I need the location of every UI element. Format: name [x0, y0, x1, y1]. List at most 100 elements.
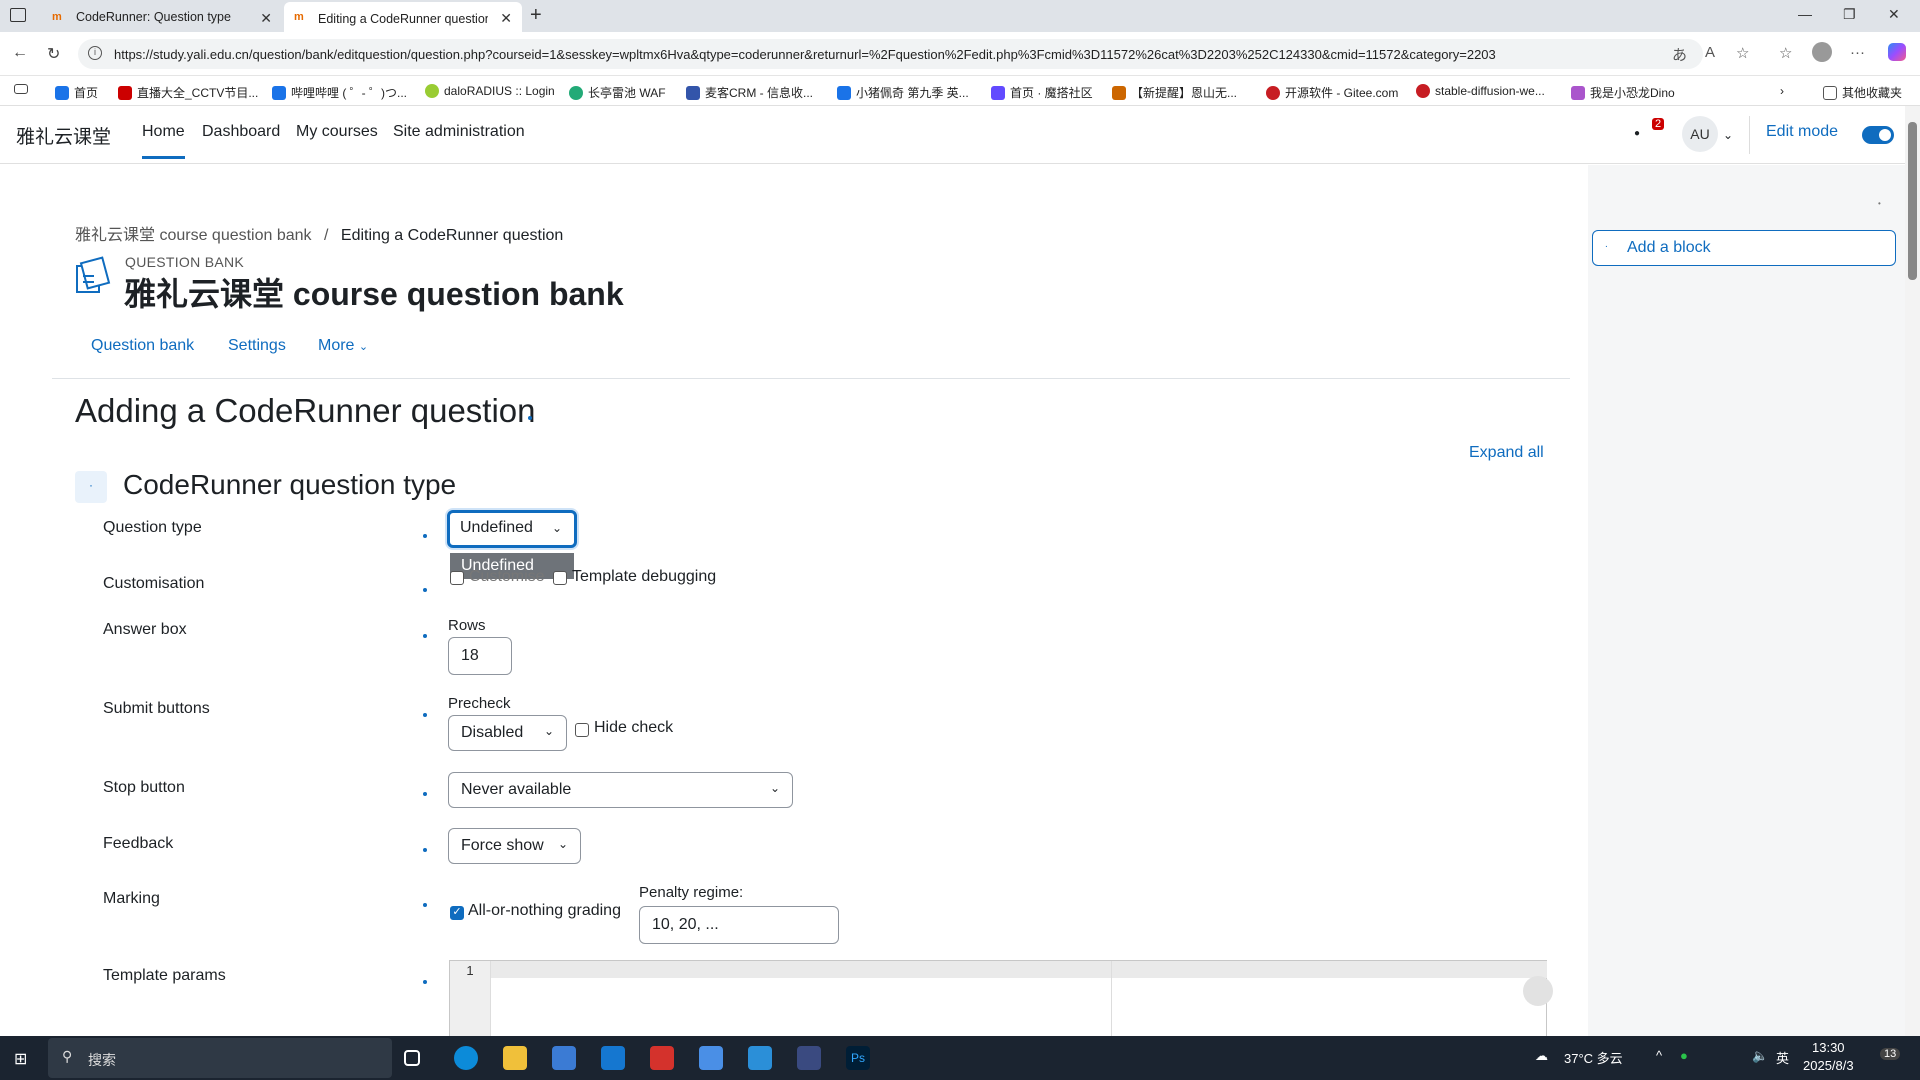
search-icon: ⚲	[62, 1048, 73, 1064]
tab-editing-question[interactable]: m Editing a CodeRunner question | 雅 ✕	[284, 2, 522, 32]
answer-box-label: Answer box	[103, 621, 187, 638]
copilot-icon[interactable]	[1888, 43, 1906, 61]
speaker-icon[interactable]: 🔈	[1752, 1048, 1768, 1064]
close-tab-icon[interactable]: ✕	[500, 10, 512, 27]
edge-icon[interactable]	[454, 1046, 478, 1070]
window-menu-icon[interactable]	[10, 8, 26, 22]
tab-more[interactable]: More ⌄	[318, 337, 368, 355]
chevron-down-icon: ⌄	[358, 341, 369, 353]
template-params-editor[interactable]: 1	[449, 960, 1547, 1036]
task-view-icon[interactable]	[404, 1050, 420, 1066]
site-brand[interactable]: 雅礼云课堂	[16, 122, 111, 149]
marking-label: Marking	[103, 890, 160, 907]
expand-all-link[interactable]: Expand all	[1469, 444, 1544, 462]
edit-mode-toggle[interactable]	[1862, 126, 1894, 144]
weather-icon[interactable]: ☁	[1535, 1048, 1548, 1064]
editor-resize-handle[interactable]	[1523, 976, 1553, 1006]
hide-check-checkbox[interactable]	[575, 723, 589, 737]
app-icon[interactable]	[797, 1046, 821, 1070]
drawer-close-icon[interactable]: •	[1878, 199, 1881, 208]
photoshop-icon[interactable]: Ps	[846, 1046, 870, 1070]
bell-icon[interactable]: ●	[1634, 128, 1640, 139]
minimize-icon[interactable]: —	[1798, 6, 1812, 22]
notification-count[interactable]: 13	[1880, 1048, 1901, 1060]
bookmark-item[interactable]: stable-diffusion-we...	[1416, 84, 1545, 98]
bookmark-item[interactable]: 开源软件 - Gitee.com	[1266, 84, 1398, 101]
more-icon[interactable]: ···	[1850, 44, 1865, 61]
vscode-icon[interactable]	[748, 1046, 772, 1070]
chevron-down-icon: ⌄	[543, 724, 554, 738]
clock-date[interactable]: 2025/8/3	[1803, 1058, 1854, 1073]
store-icon[interactable]	[552, 1046, 576, 1070]
line-number: 1	[450, 961, 491, 1036]
add-block-button[interactable]: . Add a block	[1592, 230, 1896, 266]
scrollbar-thumb[interactable]	[1908, 122, 1917, 280]
tab-question-type[interactable]: m CodeRunner: Question type ✕	[42, 2, 282, 32]
penalty-regime-label: Penalty regime:	[639, 884, 744, 901]
bookmark-item[interactable]: 首页	[55, 84, 98, 101]
tray-overflow-icon[interactable]: ^	[1656, 1048, 1662, 1063]
taskbar-search[interactable]: ⚲ 搜索	[48, 1038, 392, 1078]
user-menu-chevron-icon[interactable]: ⌄	[1723, 128, 1733, 142]
clock-time[interactable]: 13:30	[1812, 1040, 1845, 1055]
question-type-select[interactable]: Undefined ⌄	[447, 510, 577, 548]
nav-home[interactable]: Home	[142, 123, 185, 159]
bookmark-item[interactable]: 小猪佩奇 第九季 英...	[837, 84, 969, 101]
close-tab-icon[interactable]: ✕	[260, 10, 272, 27]
ime-indicator[interactable]: 英	[1776, 1048, 1789, 1067]
weather-text[interactable]: 37°C 多云	[1564, 1048, 1623, 1067]
customise-checkbox[interactable]	[450, 571, 464, 585]
bookmark-item[interactable]: daloRADIUS :: Login	[425, 84, 555, 98]
restore-icon[interactable]: ❐	[1843, 6, 1856, 23]
template-debugging-checkbox[interactable]	[553, 571, 567, 585]
windows-start-icon[interactable]: ⊞	[14, 1049, 27, 1069]
bookmark-item[interactable]: 首页 · 魔搭社区	[991, 84, 1093, 101]
feishu-icon[interactable]	[699, 1046, 723, 1070]
new-tab-icon[interactable]: +	[530, 4, 542, 27]
outlook-icon[interactable]	[601, 1046, 625, 1070]
feedback-select[interactable]: Force show ⌄	[448, 828, 581, 864]
page-scrollbar[interactable]	[1905, 106, 1920, 1036]
bookmark-item[interactable]: 直播大全_CCTV节目...	[118, 84, 258, 101]
tab-settings[interactable]: Settings	[228, 337, 286, 355]
block-drawer: •	[1588, 165, 1905, 1036]
translate-icon[interactable]: あ	[1672, 44, 1687, 65]
nav-site-administration[interactable]: Site administration	[393, 123, 525, 141]
nav-my-courses[interactable]: My courses	[296, 123, 378, 141]
all-or-nothing-checkbox[interactable]: ✓	[450, 906, 464, 920]
required-dot-icon	[423, 534, 427, 538]
section-heading: CodeRunner question type	[123, 469, 457, 500]
bookmarks-overflow-icon[interactable]: ›	[1780, 84, 1784, 98]
site-info-icon[interactable]: i	[88, 46, 102, 60]
read-aloud-icon[interactable]: A	[1705, 44, 1715, 61]
divider	[1749, 116, 1750, 154]
wechat-icon[interactable]: ●	[1680, 1048, 1688, 1063]
wps-icon[interactable]	[650, 1046, 674, 1070]
other-bookmarks[interactable]: 其他收藏夹	[1823, 84, 1902, 101]
back-icon[interactable]: ←	[12, 44, 28, 62]
avatar[interactable]: AU	[1682, 116, 1718, 152]
bookmark-item[interactable]: 【新提醒】恩山无...	[1112, 84, 1237, 101]
rows-input[interactable]: 18	[448, 637, 512, 675]
bookmark-item[interactable]: 麦客CRM - 信息收...	[686, 84, 813, 101]
bookmark-item[interactable]: 我是小恐龙Dino	[1571, 84, 1675, 101]
stop-button-select[interactable]: Never available ⌄	[448, 772, 793, 808]
bookmarks-toggle-icon[interactable]	[14, 84, 33, 94]
close-window-icon[interactable]: ✕	[1888, 6, 1900, 23]
bookmark-item[interactable]: 长亭雷池 WAF	[569, 84, 666, 101]
collapse-section-icon[interactable]: ·	[75, 471, 107, 503]
profile-icon[interactable]	[1812, 42, 1832, 62]
tab-question-bank[interactable]: Question bank	[91, 337, 194, 355]
penalty-regime-input[interactable]: 10, 20, ...	[639, 906, 839, 944]
nav-dashboard[interactable]: Dashboard	[202, 123, 280, 141]
bookmark-item[interactable]: 哔哩哔哩 ( ゜- ゜)つ...	[272, 84, 407, 101]
edit-mode-label: Edit mode	[1766, 123, 1839, 140]
breadcrumb-link[interactable]: 雅礼云课堂 course question bank	[75, 227, 312, 244]
refresh-icon[interactable]: ↻	[47, 44, 60, 64]
url-input[interactable]: i https://study.yali.edu.cn/question/ban…	[78, 39, 1703, 69]
file-explorer-icon[interactable]	[503, 1046, 527, 1070]
favorites-icon[interactable]: ☆	[1779, 44, 1792, 62]
precheck-select[interactable]: Disabled ⌄	[448, 715, 567, 751]
favorite-star-icon[interactable]: ☆	[1736, 44, 1749, 62]
customise-label: Customise	[469, 568, 545, 585]
